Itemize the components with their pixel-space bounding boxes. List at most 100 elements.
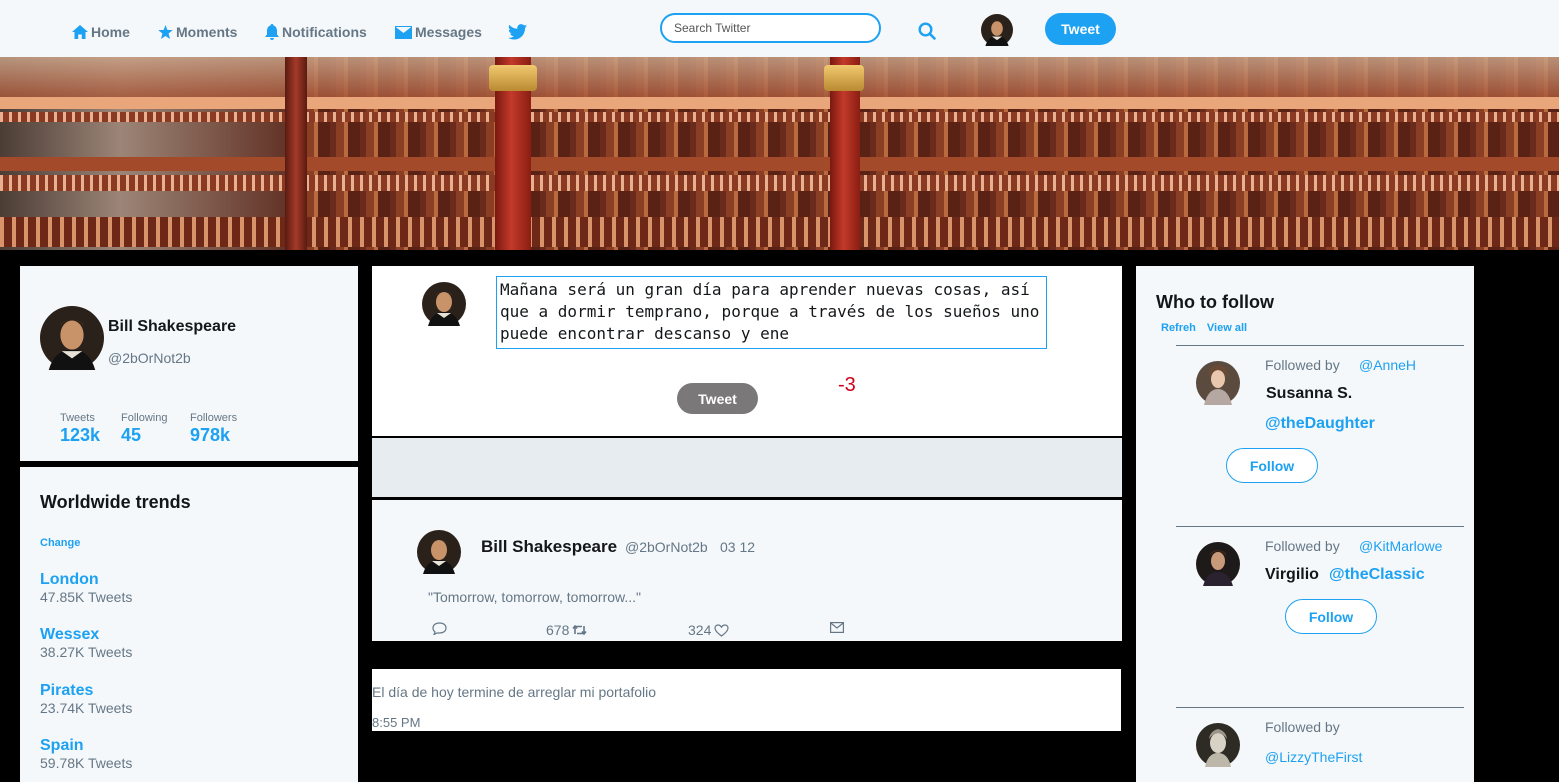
who-to-follow-card: Who to follow Refreh View all Followed b… [1136,266,1474,782]
separator [1176,345,1464,346]
stat-label: Following [121,412,168,424]
top-nav: Home Moments Notifications Messages Twee… [0,0,1559,57]
suggestion-avatar[interactable] [1196,542,1240,586]
profile-handle[interactable]: @2bOrNot2b [108,350,191,366]
stat-label: Followers [190,412,238,424]
trend-count: 47.85K Tweets [40,589,133,605]
stat-value: 45 [121,425,142,445]
banner-pillar [285,57,307,250]
char-counter: -3 [838,374,856,396]
search-icon[interactable] [918,22,936,40]
star-icon [158,25,173,39]
stat-value: 978k [190,425,231,445]
trend-name: Wessex [40,626,100,643]
trends-title: Worldwide trends [40,492,191,512]
tweet-author-handle[interactable]: @2bOrNot2b [625,539,708,555]
reply-button[interactable] [432,622,447,635]
nav-tweet-button[interactable]: Tweet [1045,13,1116,45]
trend-count: 23.74K Tweets [40,700,133,716]
stat-value: 123k [60,425,101,445]
feed-divider [372,438,1122,497]
like-button[interactable]: 324 [688,622,729,638]
trend-item[interactable]: Pirates 23.74K Tweets [40,682,132,716]
avatar[interactable] [981,14,1013,46]
trend-count: 59.78K Tweets [40,755,133,771]
profile-name[interactable]: Bill Shakespeare [108,318,236,336]
trend-name: Spain [40,737,84,754]
status-note: El día de hoy termine de arreglar mi por… [372,669,1121,731]
banner-pillar [489,57,537,250]
suggestion-handle[interactable]: @theClassic [1329,566,1425,584]
compose-textarea[interactable]: Mañana será un gran día para aprender nu… [496,276,1047,349]
followed-by-label: Followed by [1265,538,1340,554]
stat-followers[interactable]: Followers 978k [190,412,237,446]
suggestion-name[interactable]: Susanna S. [1266,385,1352,403]
nav-moments-label: Moments [176,24,238,40]
compose-box: Mañana será un gran día para aprender nu… [372,266,1122,436]
banner-balcony-middle [0,157,1559,171]
nav-notifications[interactable]: Notifications [265,24,367,40]
message-button[interactable] [830,622,844,633]
nav-messages[interactable]: Messages [395,24,482,40]
tweet-card[interactable]: Bill Shakespeare @2bOrNot2b 03 12 "Tomor… [372,500,1122,641]
nav-home-label: Home [91,24,130,40]
like-count: 324 [688,622,712,638]
envelope-icon [830,622,844,633]
stat-following[interactable]: Following 45 [121,412,167,446]
followed-by-handle[interactable]: @KitMarlowe [1359,538,1442,554]
banner-pillar [824,57,864,250]
nav-home[interactable]: Home [72,24,130,40]
retweet-icon [572,624,587,636]
who-to-follow-links: Refreh View all [1161,322,1255,334]
tweet-avatar[interactable] [417,530,461,574]
nav-notifications-label: Notifications [282,24,367,40]
suggestion-avatar[interactable] [1196,361,1240,405]
view-all-link[interactable]: View all [1207,322,1247,334]
tweet-author-name[interactable]: Bill Shakespeare [481,537,617,557]
trend-name: London [40,571,99,588]
separator [1176,707,1464,708]
suggestion-name[interactable]: Virgilio [1265,566,1319,584]
profile-avatar[interactable] [40,306,104,370]
retweet-count: 678 [546,622,570,638]
trend-item[interactable]: Wessex 38.27K Tweets [40,626,132,660]
reply-icon [432,622,447,635]
banner-rail-upper [0,112,1559,122]
follow-button[interactable]: Follow [1285,599,1377,634]
home-icon [72,25,88,39]
separator [1176,526,1464,527]
search-input[interactable] [660,13,881,43]
stat-tweets[interactable]: Tweets 123k [60,412,100,446]
trend-item[interactable]: Spain 59.78K Tweets [40,737,132,771]
trends-change-link[interactable]: Change [40,537,80,549]
envelope-icon [395,25,412,39]
trend-name: Pirates [40,682,94,699]
banner-rail-middle [0,175,1559,191]
followed-by-label: Followed by [1265,357,1340,373]
profile-card: Bill Shakespeare @2bOrNot2b Tweets 123k … [20,266,358,461]
nav-messages-label: Messages [415,24,482,40]
twitter-bird-icon[interactable] [508,24,527,40]
refresh-link[interactable]: Refreh [1161,322,1196,334]
banner-rail-lower [0,217,1559,247]
bell-icon [265,24,279,40]
trend-count: 38.27K Tweets [40,644,133,660]
followed-by-label: Followed by [1265,719,1340,735]
suggestion-avatar[interactable] [1196,723,1240,767]
follow-button[interactable]: Follow [1226,448,1318,483]
tweet-text: "Tomorrow, tomorrow, tomorrow..." [428,589,641,605]
suggestion-handle[interactable]: @theDaughter [1265,415,1375,433]
banner-balcony-upper [0,97,1559,109]
compose-tweet-button[interactable]: Tweet [677,383,758,414]
followed-by-handle[interactable]: @AnneH [1359,357,1416,373]
heart-icon [714,623,729,637]
note-time: 8:55 PM [372,715,421,730]
nav-moments[interactable]: Moments [158,24,237,40]
banner-roof [0,57,1559,97]
trends-card: Worldwide trends Change London 47.85K Tw… [20,467,358,782]
trend-item[interactable]: London 47.85K Tweets [40,571,132,605]
tweet-date: 03 12 [720,539,756,555]
retweet-button[interactable]: 678 [546,622,587,638]
stat-label: Tweets [60,412,95,424]
suggestion-handle[interactable]: @LizzyTheFirst [1265,749,1362,765]
